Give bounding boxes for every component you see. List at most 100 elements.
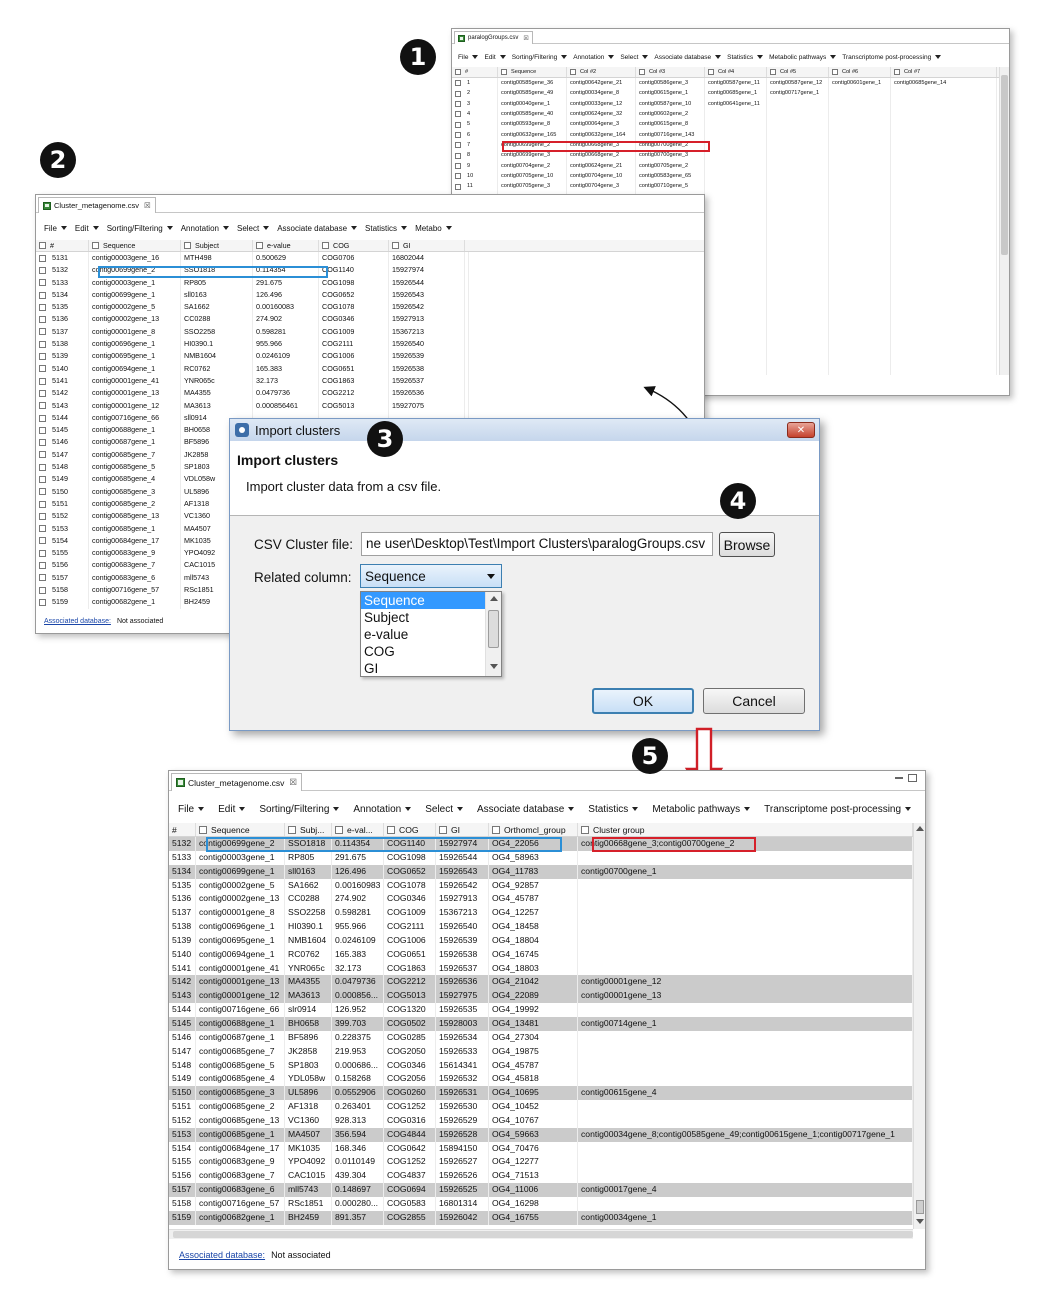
chevron-down-icon[interactable] bbox=[916, 1219, 924, 1224]
maximize-icon[interactable] bbox=[908, 774, 917, 782]
row-checkbox[interactable] bbox=[39, 500, 46, 508]
table-row[interactable]: 5140 contig00694gene_1 RC0762 165.383 COG065… bbox=[169, 947, 913, 962]
column-checkbox[interactable] bbox=[501, 69, 507, 75]
row-checkbox[interactable] bbox=[39, 439, 46, 447]
scroll-thumb[interactable] bbox=[173, 1231, 913, 1238]
row-checkbox[interactable] bbox=[455, 111, 461, 118]
menu-annotation[interactable]: Annotation bbox=[181, 224, 229, 233]
row-checkbox[interactable] bbox=[39, 365, 46, 373]
table-row[interactable]: 5155 contig00683gene_9 YPO4092 0.0110149 COG… bbox=[169, 1155, 913, 1170]
table-row[interactable]: 5133 contig00003gene_1 RP805 291.675 COG1098… bbox=[36, 276, 704, 289]
row-checkbox[interactable] bbox=[455, 100, 461, 107]
option-gi[interactable]: GI bbox=[361, 660, 485, 677]
row-checkbox[interactable] bbox=[39, 537, 46, 545]
table-row[interactable]: 5139 contig00695gene_1 NMB1604 0.0246109 COG… bbox=[169, 933, 913, 948]
table-row[interactable]: 5150 contig00685gene_3 UL5896 0.0552906 COG0… bbox=[169, 1086, 913, 1101]
row-checkbox[interactable] bbox=[455, 183, 461, 190]
cluster-bottom-vertical-scrollbar[interactable] bbox=[913, 823, 925, 1229]
row-checkbox[interactable] bbox=[39, 377, 46, 385]
table-row[interactable]: 5131 contig00003gene_16 MTH498 0.500629 COG0… bbox=[36, 252, 704, 265]
table-row[interactable]: 5133 contig00003gene_1 RP805 291.675 COG1098… bbox=[169, 850, 913, 865]
table-row[interactable]: 1 contig00585gene_36 contig00642gene_21 con… bbox=[452, 78, 1009, 89]
table-row[interactable]: 5149 contig00685gene_4 YDL058w 0.158268 COG2… bbox=[169, 1072, 913, 1087]
menu-edit[interactable]: Edit bbox=[218, 804, 246, 815]
table-row[interactable]: 5138 contig00696gene_1 HI0390.1 955.966 COG2… bbox=[169, 920, 913, 934]
menu-sorting-filtering[interactable]: Sorting/Filtering bbox=[259, 804, 340, 815]
row-checkbox[interactable] bbox=[39, 574, 46, 582]
column-header[interactable]: Col #5 bbox=[767, 67, 829, 77]
menu-statistics[interactable]: Statistics bbox=[727, 54, 764, 61]
column-header[interactable]: GI bbox=[389, 240, 465, 251]
row-checkbox[interactable] bbox=[455, 121, 461, 128]
column-header[interactable]: Col #2 bbox=[567, 67, 636, 77]
table-row[interactable]: 5158 contig00716gene_57 RSc1851 0.000280...… bbox=[169, 1196, 913, 1211]
column-checkbox[interactable] bbox=[39, 242, 46, 249]
menu-associate-database[interactable]: Associate database bbox=[654, 54, 722, 61]
menu-sorting-filtering[interactable]: Sorting/Filtering bbox=[512, 54, 568, 61]
column-header[interactable]: Col #6 bbox=[829, 67, 891, 77]
menu-file[interactable]: File bbox=[178, 804, 205, 815]
menu-metabolic-pathways[interactable]: Metabolic pathways bbox=[769, 54, 837, 61]
column-header[interactable]: Sequence bbox=[498, 67, 567, 77]
column-checkbox[interactable] bbox=[335, 825, 343, 834]
cluster-top-tab[interactable]: Cluster_metagenome.csv ☒ bbox=[38, 197, 156, 213]
column-checkbox[interactable] bbox=[708, 69, 714, 75]
column-header[interactable]: # bbox=[452, 67, 498, 77]
column-checkbox[interactable] bbox=[184, 242, 191, 249]
table-row[interactable]: 5144 contig00716gene_66 slr0914 126.952 COG1… bbox=[169, 1003, 913, 1017]
menu-edit[interactable]: Edit bbox=[75, 224, 99, 233]
column-checkbox[interactable] bbox=[894, 69, 900, 75]
table-row[interactable]: 5141 contig00001gene_41 YNR065c 32.173 COG18… bbox=[169, 961, 913, 976]
table-row[interactable]: 5147 contig00685gene_7 JK2858 219.953 COG205… bbox=[169, 1044, 913, 1059]
close-icon[interactable]: ☒ bbox=[289, 777, 297, 788]
row-checkbox[interactable] bbox=[39, 598, 46, 606]
column-checkbox[interactable] bbox=[492, 825, 500, 834]
column-header[interactable]: # bbox=[169, 823, 196, 836]
menu-annotation[interactable]: Annotation bbox=[573, 54, 615, 61]
row-checkbox[interactable] bbox=[39, 316, 46, 324]
chevron-down-icon[interactable] bbox=[490, 664, 498, 669]
table-row[interactable]: 7 contig00699gene_2 contig00668gene_3 conti… bbox=[452, 140, 1009, 151]
column-header[interactable]: e-val... bbox=[332, 823, 384, 836]
column-checkbox[interactable] bbox=[322, 242, 329, 249]
row-checkbox[interactable] bbox=[39, 475, 46, 483]
row-checkbox[interactable] bbox=[455, 173, 461, 180]
menu-associate-database[interactable]: Associate database bbox=[277, 224, 358, 233]
table-row[interactable]: 3 contig00040gene_1 contig00033gene_12 cont… bbox=[452, 98, 1009, 110]
column-header[interactable]: # bbox=[36, 240, 89, 251]
menu-annotation[interactable]: Annotation bbox=[353, 804, 412, 815]
table-row[interactable]: 5135 contig00002gene_5 SA1662 0.00160983 COG… bbox=[169, 878, 913, 893]
table-row[interactable]: 5137 contig00001gene_8 SSO2258 0.598281 COG1… bbox=[169, 906, 913, 921]
table-row[interactable]: 10 contig00705gene_10 contig00704gene_10 co… bbox=[452, 171, 1009, 182]
column-checkbox[interactable] bbox=[92, 242, 99, 249]
column-checkbox[interactable] bbox=[581, 825, 589, 834]
table-row[interactable]: 2 contig00585gene_49 contig00034gene_8 cont… bbox=[452, 88, 1009, 99]
row-checkbox[interactable] bbox=[455, 131, 461, 138]
row-checkbox[interactable] bbox=[455, 90, 461, 97]
table-row[interactable]: 6 contig00632gene_165 contig00632gene_164 c… bbox=[452, 129, 1009, 141]
column-header[interactable]: COG bbox=[384, 823, 436, 836]
associated-database-link[interactable]: Associated database: bbox=[179, 1250, 265, 1260]
column-checkbox[interactable] bbox=[570, 69, 576, 75]
column-header[interactable]: Col #4 bbox=[705, 67, 767, 77]
paralog-tab[interactable]: paralogGroups.csv ☒ bbox=[454, 31, 533, 44]
menu-select[interactable]: Select bbox=[237, 224, 270, 233]
column-checkbox[interactable] bbox=[770, 69, 776, 75]
row-checkbox[interactable] bbox=[39, 426, 46, 434]
row-checkbox[interactable] bbox=[39, 328, 46, 336]
column-checkbox[interactable] bbox=[256, 242, 263, 249]
row-checkbox[interactable] bbox=[39, 279, 46, 287]
column-checkbox[interactable] bbox=[392, 242, 399, 249]
scroll-thumb[interactable] bbox=[1001, 75, 1008, 255]
table-row[interactable]: 5146 contig00687gene_1 BF5896 0.228375 COG02… bbox=[169, 1030, 913, 1045]
table-row[interactable]: 8 contig00699gene_3 contig00668gene_2 conti… bbox=[452, 150, 1009, 161]
menu-edit[interactable]: Edit bbox=[484, 54, 506, 61]
related-column-select[interactable]: Sequence bbox=[360, 564, 502, 588]
menu-transcriptome-post-processing[interactable]: Transcriptome post-processing bbox=[842, 54, 942, 61]
option-cog[interactable]: COG bbox=[361, 643, 485, 660]
cancel-button[interactable]: Cancel bbox=[703, 688, 805, 714]
row-checkbox[interactable] bbox=[39, 586, 46, 594]
menu-file[interactable]: File bbox=[44, 224, 67, 233]
table-row[interactable]: 9 contig00704gene_2 contig00624gene_21 cont… bbox=[452, 160, 1009, 172]
row-checkbox[interactable] bbox=[39, 512, 46, 520]
